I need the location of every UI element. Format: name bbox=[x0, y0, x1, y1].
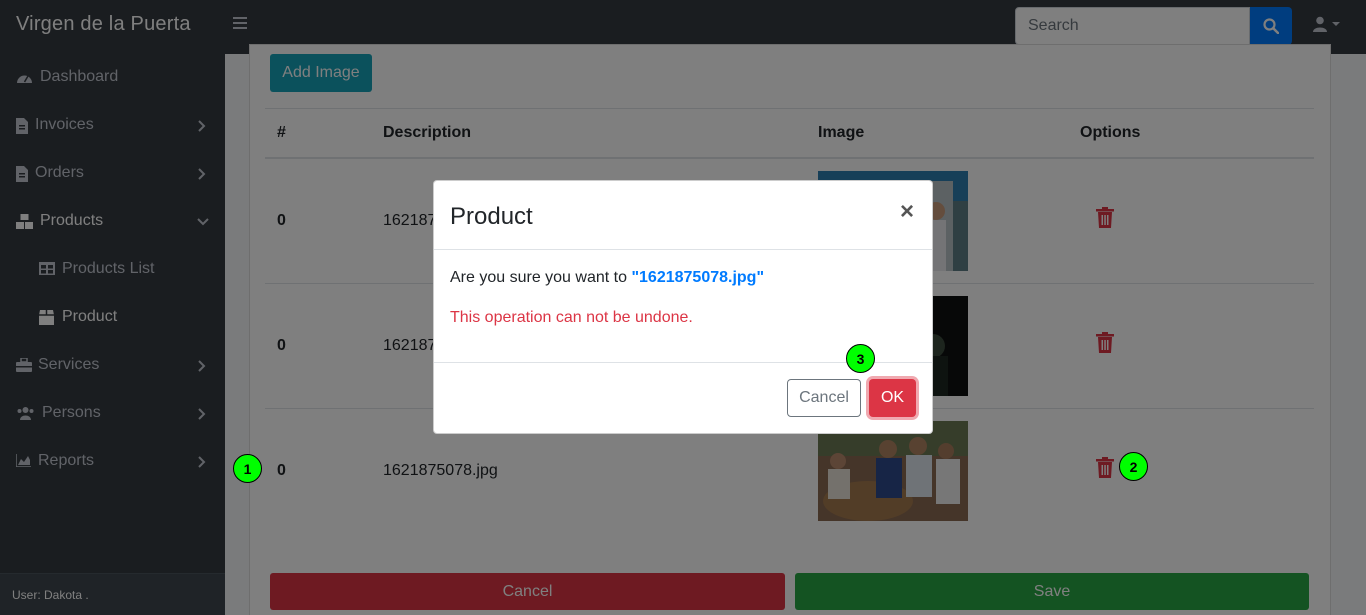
annotation-marker-2: 2 bbox=[1119, 452, 1148, 481]
confirm-message: Are you sure you want to "1621875078.jpg… bbox=[450, 269, 920, 287]
confirm-filename: "1621875078.jpg" bbox=[631, 269, 765, 286]
modal-header: Product × bbox=[434, 181, 932, 250]
modal-body: Are you sure you want to "1621875078.jpg… bbox=[450, 269, 920, 326]
warning-message: This operation can not be undone. bbox=[450, 309, 693, 326]
modal-title: Product bbox=[450, 203, 533, 230]
annotation-marker-1: 1 bbox=[233, 454, 262, 483]
modal-ok-button[interactable]: OK bbox=[869, 379, 916, 417]
modal-cancel-button[interactable]: Cancel bbox=[787, 379, 861, 417]
close-icon[interactable]: × bbox=[900, 198, 914, 226]
annotation-marker-3: 3 bbox=[846, 344, 875, 373]
confirm-delete-modal: Product × Are you sure you want to "1621… bbox=[433, 180, 933, 434]
confirm-prefix: Are you sure you want to bbox=[450, 269, 632, 286]
